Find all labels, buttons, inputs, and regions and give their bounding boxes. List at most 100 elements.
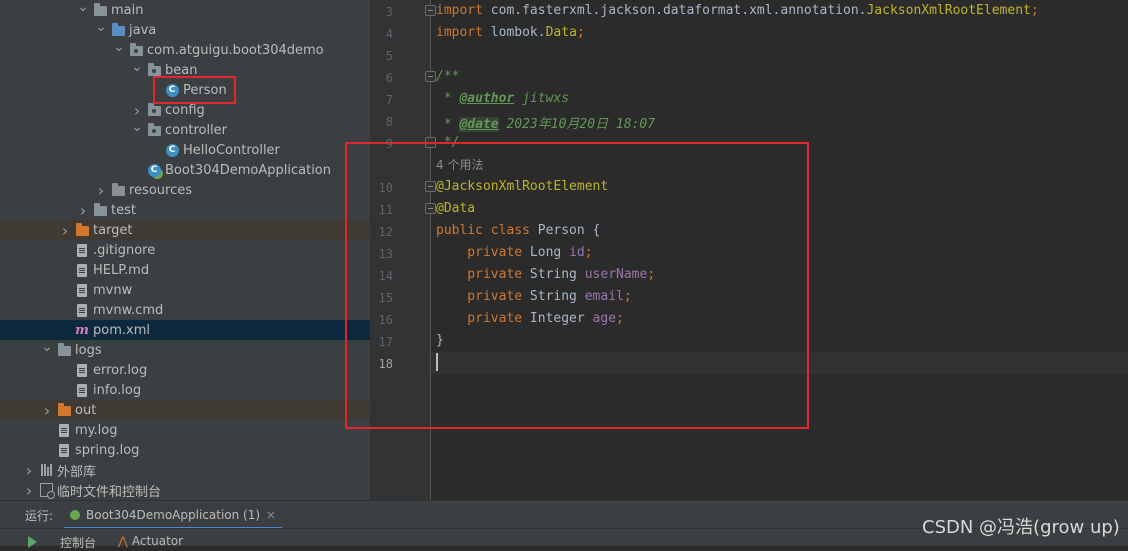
tree-item-label: resources	[129, 182, 193, 198]
tree-item[interactable]: mvnw.cmd	[0, 300, 370, 320]
folder-icon	[92, 202, 108, 218]
chevron-down-icon[interactable]: ⌄	[130, 57, 144, 77]
keyword: import	[436, 3, 483, 18]
tree-item-label: .gitignore	[93, 242, 156, 258]
tree-item[interactable]: › 临时文件和控制台	[0, 480, 370, 500]
code-line-6[interactable]: /**	[436, 69, 459, 84]
line-number: 9	[385, 137, 393, 151]
tree-item-label: 临时文件和控制台	[57, 484, 162, 500]
play-icon[interactable]	[28, 536, 37, 548]
tree-item-label: error.log	[93, 362, 148, 378]
tree-item[interactable]: › out	[0, 400, 370, 420]
line-number: 13	[378, 247, 393, 261]
javadoc-tag: @author	[459, 91, 515, 106]
javadoc-value: 2023年10月20日 18:07	[498, 117, 656, 132]
code-line-7[interactable]: * @author jitwxs	[436, 91, 569, 106]
tree-item[interactable]: mvnw	[0, 280, 370, 300]
close-icon[interactable]: ×	[266, 508, 276, 522]
spring-class-icon: C	[146, 162, 162, 178]
package-icon	[146, 122, 162, 138]
line-number: 12	[378, 225, 393, 239]
project-tree: ⌄ main ⌄ java ⌄ com.atguigu.boot304demo ⌄ bean C…	[0, 0, 370, 500]
tree-item[interactable]: › resources	[0, 180, 370, 200]
tree-item[interactable]: ⌄ controller	[0, 117, 370, 140]
tree-item-label: my.log	[75, 422, 118, 438]
tree-item[interactable]: my.log	[0, 420, 370, 440]
chevron-down-icon[interactable]: ⌄	[76, 0, 90, 17]
comment-star: *	[436, 117, 460, 132]
file-icon	[74, 302, 90, 318]
tree-item[interactable]: error.log	[0, 360, 370, 380]
package-icon	[146, 102, 162, 118]
tree-item[interactable]: ⌄ main	[0, 0, 370, 20]
tree-item[interactable]: › target	[0, 220, 370, 240]
run-tab[interactable]: Boot304DemoApplication (1) ×	[64, 503, 283, 530]
chevron-right-icon[interactable]: ›	[58, 220, 72, 240]
tree-item-label: Boot304DemoApplication	[165, 162, 331, 178]
tree-item[interactable]: m pom.xml	[0, 320, 370, 340]
tree-item-label: config	[165, 102, 205, 118]
folder-icon	[92, 2, 108, 18]
tree-item-label: controller	[165, 122, 228, 138]
code-line-4[interactable]: import lombok.Data;	[436, 25, 585, 40]
tab-console[interactable]: 控制台	[60, 534, 96, 551]
tree-item[interactable]: ⌄ java	[0, 17, 370, 40]
code-line-3[interactable]: import com.fasterxml.jackson.dataformat.…	[436, 3, 1039, 18]
excluded-folder-icon	[74, 222, 90, 238]
line-number: 4	[385, 27, 393, 41]
chevron-down-icon[interactable]: ⌄	[112, 37, 126, 57]
tab-actuator[interactable]: ⋀ Actuator	[118, 534, 183, 548]
tree-item[interactable]: .gitignore	[0, 240, 370, 260]
chevron-right-icon[interactable]: ›	[40, 400, 54, 420]
tree-item-label: HELP.md	[93, 262, 150, 278]
line-number: 14	[378, 269, 393, 283]
markdown-file-icon	[74, 262, 90, 278]
tree-item[interactable]: C Boot304DemoApplication	[0, 160, 370, 180]
file-icon	[74, 382, 90, 398]
tree-item[interactable]: › 外部库	[0, 460, 370, 480]
fold-icon[interactable]	[425, 71, 436, 82]
chevron-right-icon[interactable]: ›	[76, 200, 90, 220]
spring-run-icon	[70, 510, 80, 520]
tree-item[interactable]: ⌄ logs	[0, 337, 370, 360]
tree-item[interactable]: HELP.md	[0, 260, 370, 280]
tree-item-label: test	[111, 202, 136, 218]
tree-item[interactable]: spring.log	[0, 440, 370, 460]
folder-icon	[56, 342, 72, 358]
resources-folder-icon	[110, 182, 126, 198]
keyword: import	[436, 25, 483, 40]
tree-item[interactable]: info.log	[0, 380, 370, 400]
tab-actuator-label: Actuator	[131, 534, 184, 548]
semicolon: ;	[576, 25, 585, 40]
chevron-down-icon[interactable]: ⌄	[94, 17, 108, 37]
comment-star: *	[436, 91, 460, 106]
fold-icon[interactable]	[425, 5, 436, 16]
tree-item[interactable]: C HelloController	[0, 140, 370, 160]
line-number: 7	[385, 93, 393, 107]
tree-item-label: logs	[75, 342, 102, 358]
javadoc-value: jitwxs	[514, 91, 570, 106]
line-number: 16	[378, 313, 393, 327]
tree-item-label: pom.xml	[93, 322, 150, 338]
code-line-8[interactable]: * @date 2023年10月20日 18:07	[436, 113, 655, 132]
chevron-right-icon[interactable]: ›	[94, 180, 108, 200]
chevron-right-icon[interactable]: ›	[22, 480, 36, 500]
class-ref: JacksonXmlRootElement	[866, 3, 1031, 18]
tree-item-label: java	[129, 22, 157, 38]
line-number: 3	[385, 5, 393, 19]
tree-item-label: main	[111, 2, 144, 18]
tree-item[interactable]: ⌄ com.atguigu.boot304demo	[0, 37, 370, 60]
chevron-down-icon[interactable]: ⌄	[130, 117, 144, 137]
excluded-folder-icon	[56, 402, 72, 418]
tree-item[interactable]: › test	[0, 200, 370, 220]
highlight-box-person	[153, 76, 236, 104]
class-ref: Data	[545, 25, 577, 40]
chevron-down-icon[interactable]: ⌄	[40, 337, 54, 357]
tree-item-label: 外部库	[57, 464, 97, 480]
package-name: lombok.	[482, 25, 546, 40]
chevron-right-icon[interactable]: ›	[22, 460, 36, 480]
tree-item-label: info.log	[93, 382, 142, 398]
tree-item-label: spring.log	[75, 442, 140, 458]
file-icon	[74, 362, 90, 378]
tree-item-label: target	[93, 222, 133, 238]
